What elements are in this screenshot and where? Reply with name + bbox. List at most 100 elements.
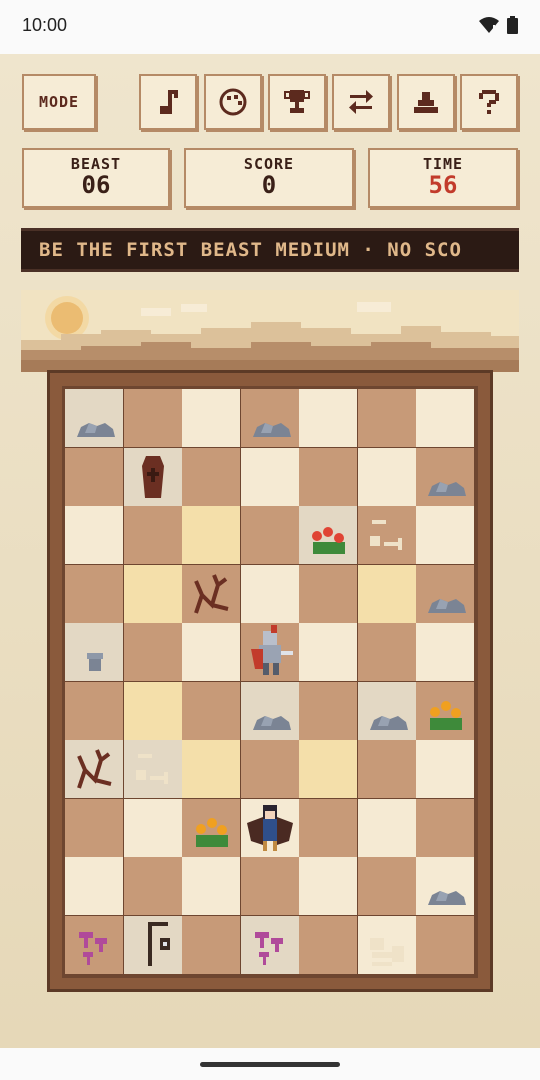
mushrooms-icon (79, 932, 107, 965)
status-bar: 10:00 (0, 0, 540, 54)
board-cell[interactable] (416, 799, 474, 857)
navigation-bar (0, 1048, 540, 1080)
board-cell[interactable] (299, 448, 357, 506)
board-cell[interactable] (182, 565, 240, 623)
board-cell[interactable] (358, 799, 416, 857)
mode-button[interactable]: MODE (22, 74, 96, 130)
swap-button[interactable] (332, 74, 390, 130)
board-cell[interactable] (241, 740, 299, 798)
board-cell[interactable] (299, 916, 357, 974)
board-cell[interactable] (358, 389, 416, 447)
board-cell[interactable] (241, 565, 299, 623)
board-cell[interactable] (241, 799, 299, 857)
message-ticker: BE THE FIRST BEAST MEDIUM · NO SCO (21, 228, 519, 272)
game-screen: MODE BEAST 06 SCORE 0 TIME 56 BE THE FIR… (0, 54, 540, 1048)
swap-icon (349, 90, 373, 114)
ticker-text: BE THE FIRST BEAST MEDIUM · NO SCO (39, 239, 462, 261)
board-cell[interactable] (65, 857, 123, 915)
board-cell[interactable] (241, 623, 299, 681)
board-cell[interactable] (182, 916, 240, 974)
board-cell[interactable] (299, 682, 357, 740)
music-button[interactable] (139, 74, 197, 130)
palette-button[interactable] (204, 74, 262, 130)
board-cell[interactable] (299, 857, 357, 915)
board-cell[interactable] (299, 623, 357, 681)
board-cell[interactable] (65, 799, 123, 857)
board-cell[interactable] (416, 857, 474, 915)
yellow-flowers-icon (196, 818, 228, 847)
board-cell[interactable] (65, 916, 123, 974)
board-cell[interactable] (65, 623, 123, 681)
board-cell[interactable] (65, 565, 123, 623)
rock-icon (253, 423, 291, 437)
board-cell[interactable] (358, 857, 416, 915)
board-cell[interactable] (299, 565, 357, 623)
board-cell[interactable] (124, 857, 182, 915)
board-cell[interactable] (358, 740, 416, 798)
board-cell[interactable] (416, 682, 474, 740)
board-cell[interactable] (182, 740, 240, 798)
board-cell[interactable] (241, 682, 299, 740)
score-label: SCORE (243, 155, 295, 173)
board-cell[interactable] (124, 623, 182, 681)
board-cell[interactable] (124, 682, 182, 740)
board-cell[interactable] (416, 740, 474, 798)
board-cell[interactable] (182, 623, 240, 681)
board-cell[interactable] (65, 682, 123, 740)
bones-icon (136, 754, 168, 784)
board-cell[interactable] (65, 506, 123, 564)
board-cell[interactable] (358, 682, 416, 740)
board-cell[interactable] (241, 389, 299, 447)
board-cell[interactable] (182, 506, 240, 564)
board-cell[interactable] (124, 506, 182, 564)
board-cell[interactable] (182, 389, 240, 447)
board-cell[interactable] (124, 565, 182, 623)
trophy-icon (284, 90, 310, 113)
board-cell[interactable] (299, 740, 357, 798)
beast-panel: BEAST 06 (22, 148, 170, 208)
board-cell[interactable] (358, 916, 416, 974)
board-cell[interactable] (182, 799, 240, 857)
board-cell[interactable] (358, 448, 416, 506)
board-cell[interactable] (65, 389, 123, 447)
board-cell[interactable] (416, 448, 474, 506)
board-cell[interactable] (416, 506, 474, 564)
board-cell[interactable] (416, 623, 474, 681)
board-cell[interactable] (358, 565, 416, 623)
board-cell[interactable] (416, 916, 474, 974)
knight-icon (251, 625, 293, 675)
board-cell[interactable] (124, 916, 182, 974)
help-button[interactable] (460, 74, 518, 130)
board-cell[interactable] (124, 389, 182, 447)
board-cell[interactable] (182, 682, 240, 740)
coffin-icon (142, 456, 164, 498)
home-gesture-pill[interactable] (200, 1062, 340, 1067)
board-cell[interactable] (358, 623, 416, 681)
board-cell[interactable] (124, 448, 182, 506)
board-cell[interactable] (124, 740, 182, 798)
status-time: 10:00 (22, 15, 68, 35)
board-cell[interactable] (182, 448, 240, 506)
board-cell[interactable] (65, 740, 123, 798)
board-cell[interactable] (124, 799, 182, 857)
music-icon (160, 90, 178, 114)
time-value: 56 (428, 171, 458, 199)
board-cell[interactable] (241, 916, 299, 974)
board-cell[interactable] (182, 857, 240, 915)
score-value: 0 (261, 171, 277, 199)
dead-bush-icon (194, 574, 229, 614)
board-cell[interactable] (241, 506, 299, 564)
board-cell[interactable] (65, 448, 123, 506)
trophy-button[interactable] (268, 74, 326, 130)
red-flowers-icon (312, 527, 345, 554)
board-cell[interactable] (416, 565, 474, 623)
board-cell[interactable] (299, 799, 357, 857)
rock-icon (77, 423, 115, 437)
board-cell[interactable] (416, 389, 474, 447)
board-cell[interactable] (241, 857, 299, 915)
board-cell[interactable] (358, 506, 416, 564)
board-cell[interactable] (241, 448, 299, 506)
board-cell[interactable] (299, 389, 357, 447)
board-cell[interactable] (299, 506, 357, 564)
podium-button[interactable] (397, 74, 455, 130)
